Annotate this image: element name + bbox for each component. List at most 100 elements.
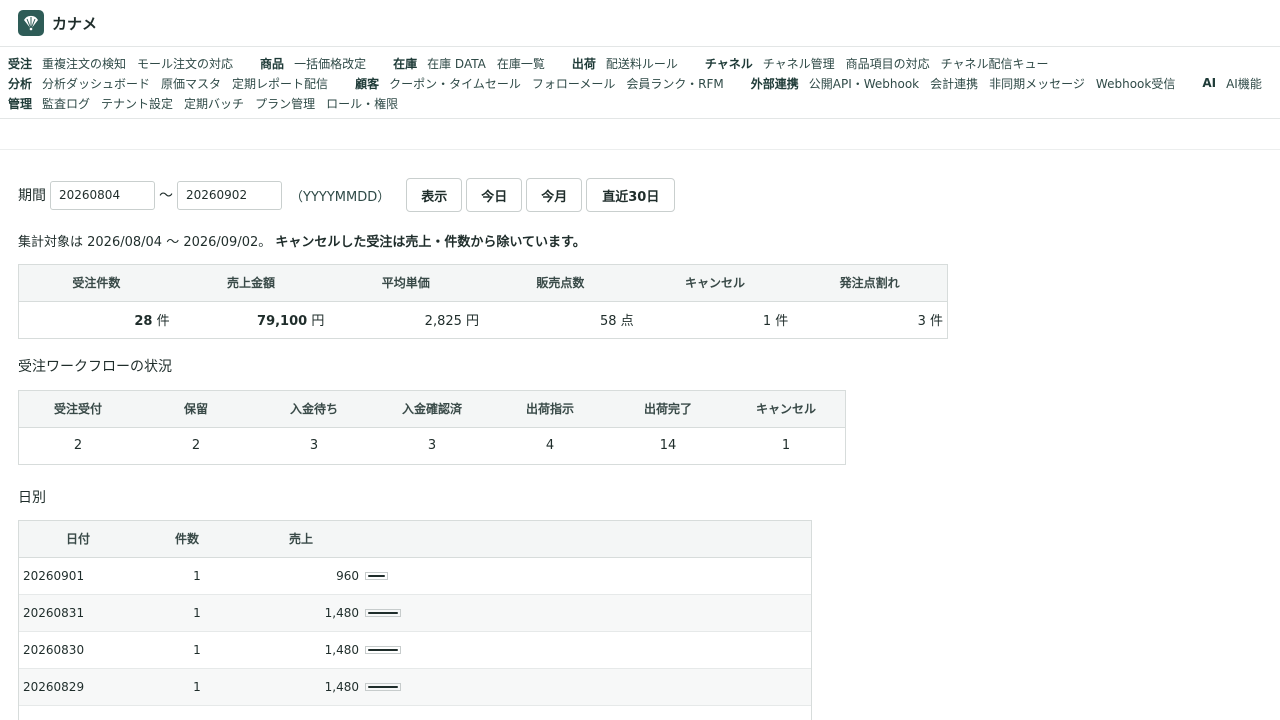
nav-link[interactable]: 商品項目の対応 bbox=[846, 55, 930, 72]
workflow-header: 出荷完了 bbox=[609, 391, 727, 428]
nav-group: 管理 監査ログ テナント設定 定期バッチ プラン管理 ロール・権限 bbox=[8, 95, 409, 112]
daily-count: 1 bbox=[137, 557, 237, 595]
nav-group-label: AI bbox=[1202, 76, 1217, 90]
daily-bar-cell bbox=[365, 557, 811, 595]
daily-row: 20260829 1 1,480 bbox=[19, 668, 811, 706]
daily-bar-cell bbox=[365, 594, 811, 632]
kpi-number: 28 bbox=[134, 314, 153, 330]
workflow-value: 4 bbox=[545, 438, 555, 454]
workflow-section-title: 受注ワークフローの状況 bbox=[18, 359, 172, 375]
nav-link[interactable]: モール注文の対応 bbox=[137, 55, 233, 72]
sales-bar bbox=[365, 646, 401, 654]
kpi-unit: 件 bbox=[156, 314, 170, 330]
nav-link[interactable]: 定期レポート配信 bbox=[232, 75, 328, 92]
nav-link[interactable]: クーポン・タイムセール bbox=[389, 75, 521, 92]
kpi-value: 28 件 bbox=[19, 301, 174, 338]
nav-link[interactable]: 在庫 DATA bbox=[427, 55, 486, 72]
daily-count: 1 bbox=[137, 668, 237, 706]
nav-link[interactable]: 定期バッチ bbox=[184, 95, 244, 112]
workflow-table: 受注受付 保留 入金待ち 入金確認済 出荷指示 出荷完了 キャンセル 2 2 3 3 4 14 1 bbox=[18, 390, 846, 465]
fan-logo-icon[interactable] bbox=[18, 10, 44, 36]
nav-link[interactable]: チャネル管理 bbox=[763, 55, 835, 72]
nav-link[interactable]: 会計連携 bbox=[930, 75, 978, 92]
nav-group-label: チャネル bbox=[704, 56, 753, 71]
date-to-input[interactable] bbox=[177, 180, 282, 210]
today-button[interactable]: 今日 bbox=[466, 178, 523, 212]
nav-group: チャネル チャネル管理 商品項目の対応 チャネル配信キュー bbox=[705, 55, 1060, 72]
nav-group: AI AI機能 bbox=[1202, 75, 1273, 92]
daily-header-count[interactable]: 件数 bbox=[137, 521, 237, 558]
kpi-unit: 円 bbox=[466, 314, 480, 330]
nav-link[interactable]: Webhook受信 bbox=[1096, 75, 1175, 92]
summary-emphasis-text: キャンセルした受注は売上・件数から除いています。 bbox=[275, 235, 586, 250]
workflow-header: 受注受付 bbox=[19, 391, 137, 428]
daily-bar-cell bbox=[365, 631, 811, 669]
kpi-header: 販売点数 bbox=[483, 265, 638, 302]
kpi-value-row: 28 件 79,100 円 2,825 円 58 点1 件3 件 bbox=[19, 301, 947, 338]
daily-header-date[interactable]: 日付 bbox=[19, 521, 137, 558]
kpi-value: 3 件 bbox=[792, 301, 947, 338]
kpi-value: 79,100 円 bbox=[174, 301, 329, 338]
kpi-unit: 円 bbox=[311, 314, 325, 330]
last-30-days-button[interactable]: 直近30日 bbox=[586, 178, 676, 212]
sales-bar-fill bbox=[368, 649, 398, 651]
workflow-value: 3 bbox=[309, 438, 319, 454]
daily-header-spacer bbox=[365, 521, 811, 558]
daily-sales: 1,480 bbox=[237, 594, 365, 632]
sales-bar-fill bbox=[368, 575, 385, 577]
nav-link[interactable]: 会員ランク・RFM bbox=[626, 75, 723, 92]
nav-group: 出荷 配送料ルール bbox=[572, 55, 689, 72]
nav-link[interactable]: チャネル配信キュー bbox=[941, 55, 1049, 72]
workflow-header: 入金待ち bbox=[255, 391, 373, 428]
kpi-value: 1 件 bbox=[638, 301, 793, 338]
kpi-header: キャンセル bbox=[637, 265, 793, 302]
range-separator: 〜 bbox=[159, 188, 173, 204]
kpi-header: 売上金額 bbox=[173, 265, 329, 302]
workflow-header: 出荷指示 bbox=[491, 391, 609, 428]
nav-group-label: 商品 bbox=[260, 56, 285, 71]
workflow-value: 1 bbox=[781, 438, 791, 454]
sales-bar bbox=[365, 572, 388, 580]
nav-link[interactable]: 公開API・Webhook bbox=[809, 75, 919, 92]
date-from-input[interactable] bbox=[50, 180, 155, 210]
kpi-header: 受注件数 bbox=[19, 265, 174, 302]
main-navigation: 受注 重複注文の検知 モール注文の対応 商品 一括価格改定 在庫 在庫 DATA 在庫一覧 出荷… bbox=[0, 47, 1280, 119]
nav-group: 在庫 在庫 DATA 在庫一覧 bbox=[393, 55, 556, 72]
show-button[interactable]: 表示 bbox=[406, 178, 463, 212]
nav-group: 分析 分析ダッシュボード 原価マスタ 定期レポート配信 bbox=[8, 75, 339, 92]
daily-sales: 960 bbox=[237, 557, 365, 595]
daily-bar-cell bbox=[365, 668, 811, 706]
nav-link[interactable]: 非同期メッセージ bbox=[989, 75, 1085, 92]
summary-note: 集計対象は 2026/08/04 〜 2026/09/02。 キャンセルした受注… bbox=[18, 231, 586, 250]
nav-link[interactable]: 配送料ルール bbox=[606, 55, 678, 72]
nav-link[interactable]: 一括価格改定 bbox=[294, 55, 366, 72]
workflow-value: 3 bbox=[427, 438, 437, 454]
nav-link[interactable]: プラン管理 bbox=[255, 95, 315, 112]
app-header: カナメ bbox=[0, 0, 1280, 47]
kpi-header-row: 受注件数 売上金額 平均単価 販売点数 キャンセル 発注点割れ bbox=[19, 265, 947, 302]
daily-header-sales[interactable]: 売上 bbox=[237, 521, 365, 558]
nav-link[interactable]: 在庫一覧 bbox=[497, 55, 545, 72]
workflow-value-row: 2 2 3 3 4 14 1 bbox=[19, 427, 845, 464]
nav-link[interactable]: AI機能 bbox=[1226, 75, 1262, 92]
kpi-number: 79,100 bbox=[257, 314, 308, 330]
nav-group: 顧客 クーポン・タイムセール フォローメール 会員ランク・RFM bbox=[355, 75, 735, 92]
nav-link[interactable]: フォローメール bbox=[532, 75, 616, 92]
daily-count: 1 bbox=[137, 594, 237, 632]
nav-link[interactable]: 分析ダッシュボード bbox=[42, 75, 150, 92]
nav-link[interactable]: 原価マスタ bbox=[161, 75, 221, 92]
daily-section-title: 日別 bbox=[18, 490, 46, 506]
nav-link[interactable]: 重複注文の検知 bbox=[42, 55, 126, 72]
daily-date: 20260901 bbox=[19, 557, 137, 595]
this-month-button[interactable]: 今月 bbox=[526, 178, 583, 212]
nav-group-label: 出荷 bbox=[571, 56, 596, 71]
nav-link[interactable]: テナント設定 bbox=[101, 95, 173, 112]
nav-link[interactable]: 監査ログ bbox=[42, 95, 90, 112]
kpi-number: 58 bbox=[599, 314, 617, 330]
daily-row: 20260901 1 960 bbox=[19, 557, 811, 595]
kpi-table: 受注件数 売上金額 平均単価 販売点数 キャンセル 発注点割れ 28 件 79,100 円2… bbox=[18, 264, 948, 339]
kpi-value: 2,825 円 bbox=[328, 301, 483, 338]
nav-link[interactable]: ロール・権限 bbox=[326, 95, 398, 112]
daily-sales: 1,480 bbox=[237, 668, 365, 706]
app-name[interactable]: カナメ bbox=[52, 13, 97, 34]
